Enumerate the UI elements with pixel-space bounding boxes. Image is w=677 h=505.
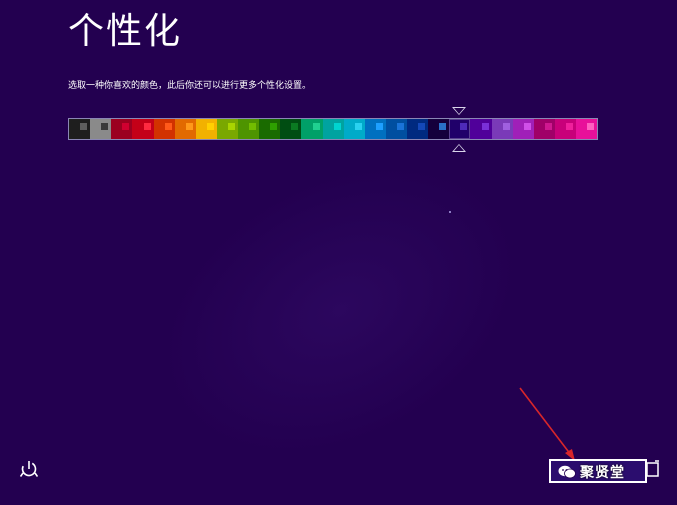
color-swatch[interactable] <box>576 119 598 139</box>
color-swatch[interactable] <box>69 119 91 139</box>
selected-color-marker-top-icon <box>452 107 466 115</box>
color-swatch-accent <box>270 123 278 130</box>
color-swatch[interactable] <box>280 119 302 139</box>
color-swatch[interactable] <box>385 119 407 139</box>
color-swatch-accent <box>587 123 595 130</box>
color-swatch-accent <box>164 123 172 130</box>
color-swatch[interactable] <box>238 119 260 139</box>
background-glow <box>111 106 569 505</box>
color-swatch-accent <box>185 123 193 130</box>
color-swatch-accent <box>354 123 362 130</box>
color-swatch[interactable] <box>195 119 217 139</box>
color-swatch-accent <box>101 123 109 130</box>
color-swatch-accent <box>375 123 383 130</box>
color-swatch-accent <box>397 123 404 130</box>
corner-box-icon <box>646 460 659 477</box>
cursor-dot <box>449 211 451 213</box>
color-swatch-accent <box>249 123 257 130</box>
color-swatch[interactable] <box>301 119 323 139</box>
color-swatch[interactable] <box>153 119 175 139</box>
color-swatch[interactable] <box>428 119 450 139</box>
color-swatch[interactable] <box>512 119 534 139</box>
color-swatch[interactable] <box>174 119 196 139</box>
color-swatch-accent <box>439 123 447 130</box>
color-swatch[interactable] <box>449 119 471 139</box>
color-swatch[interactable] <box>111 119 133 139</box>
color-swatch[interactable] <box>533 119 555 139</box>
color-swatch-accent <box>481 123 489 130</box>
color-swatch[interactable] <box>470 119 492 139</box>
color-swatch-accent <box>80 123 88 130</box>
ease-of-access-icon[interactable] <box>20 460 38 478</box>
color-swatch[interactable] <box>343 119 365 139</box>
color-swatch[interactable] <box>364 119 386 139</box>
color-swatch-accent <box>333 123 341 130</box>
page-title: 个性化 <box>68 11 183 52</box>
color-swatch-accent <box>122 123 130 130</box>
page-subtitle: 选取一种你喜欢的颜色，此后你还可以进行更多个性化设置。 <box>68 81 312 91</box>
color-swatch[interactable] <box>259 119 281 139</box>
color-swatch-accent <box>566 123 573 130</box>
color-palette[interactable] <box>68 118 598 140</box>
watermark-text: 聚贤堂 <box>580 465 625 481</box>
color-swatch-accent <box>228 123 235 130</box>
color-swatch-accent <box>523 123 531 130</box>
annotation-arrow-icon <box>519 387 575 461</box>
color-swatch[interactable] <box>491 119 513 139</box>
color-swatch-accent <box>502 123 510 130</box>
wechat-logo-icon <box>558 465 576 479</box>
oobe-personalize-screen: 个性化 选取一种你喜欢的颜色，此后你还可以进行更多个性化设置。 聚贤堂 <box>0 0 677 505</box>
selected-color-marker-bottom-icon <box>452 144 466 152</box>
color-swatch[interactable] <box>554 119 576 139</box>
color-swatch[interactable] <box>90 119 112 139</box>
color-swatch-accent <box>418 123 426 130</box>
color-swatch[interactable] <box>132 119 154 139</box>
watermark: 聚贤堂 <box>558 462 625 482</box>
color-swatch-accent <box>291 123 299 130</box>
color-swatch[interactable] <box>216 119 238 139</box>
color-swatch-accent <box>206 123 214 130</box>
color-swatch-accent <box>544 123 552 130</box>
color-swatch-accent <box>312 123 320 130</box>
color-swatch[interactable] <box>407 119 429 139</box>
color-swatch-accent <box>143 123 151 130</box>
color-swatch[interactable] <box>322 119 344 139</box>
color-swatch-accent <box>460 123 468 130</box>
